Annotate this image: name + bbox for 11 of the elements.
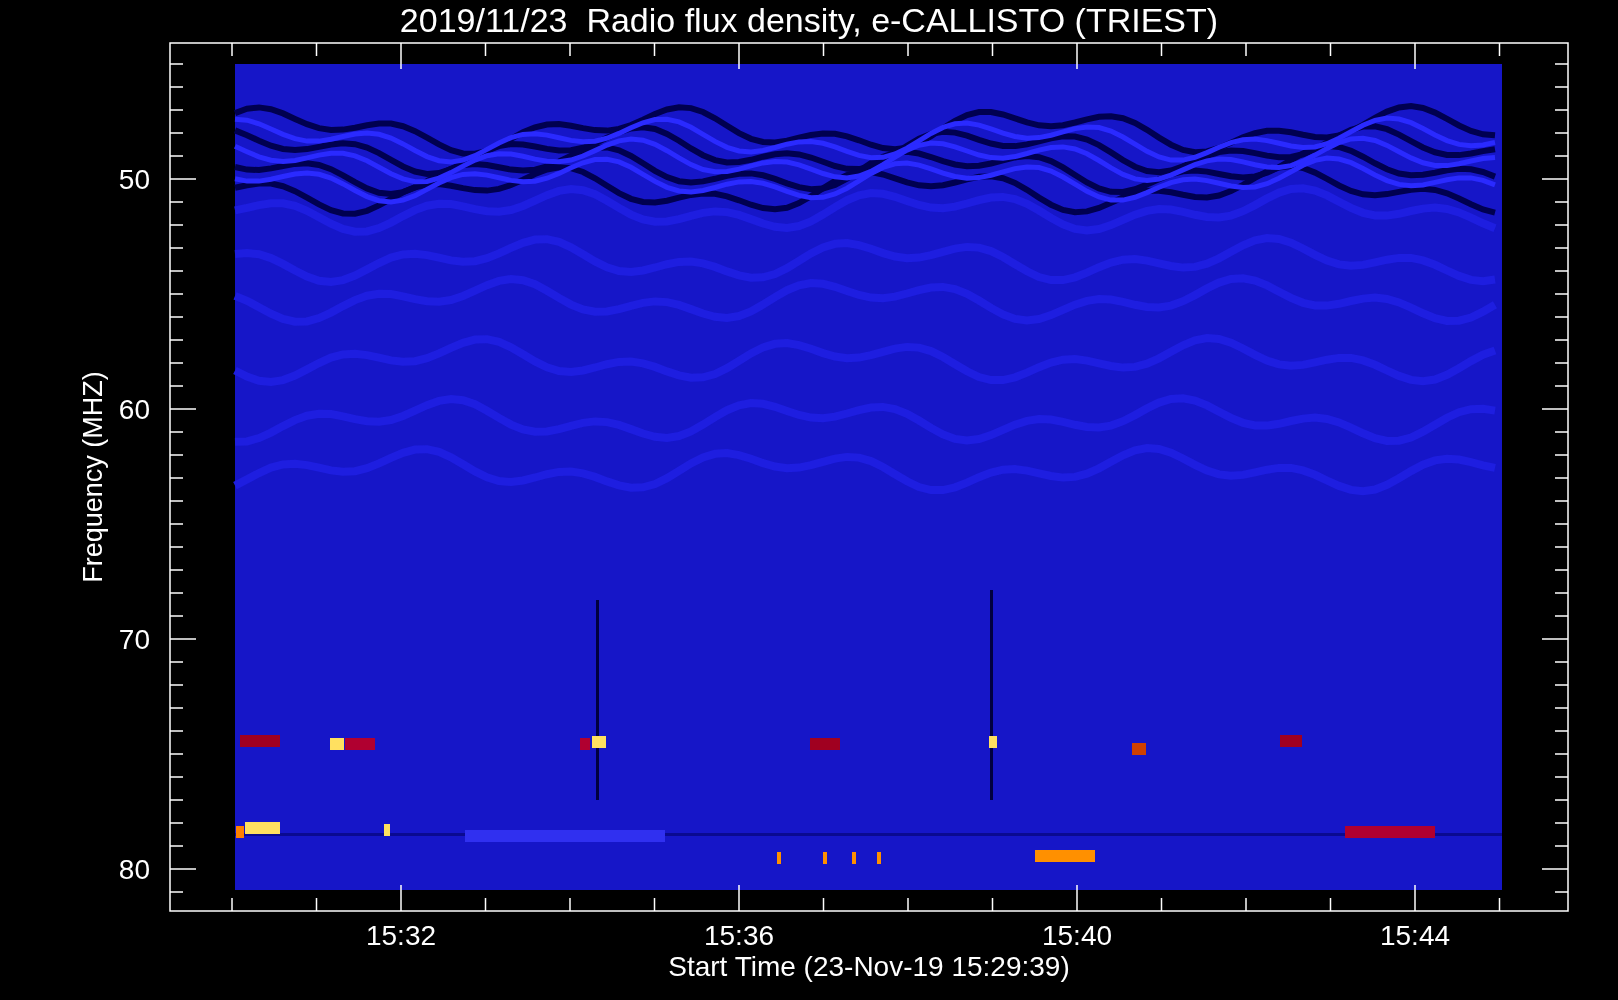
y-tick-label: 60 bbox=[118, 394, 150, 425]
x-axis-label: Start Time (23-Nov-19 15:29:39) bbox=[668, 951, 1070, 982]
y-tick-label: 70 bbox=[118, 624, 150, 655]
chart-title: 2019/11/23 Radio flux density, e-CALLISTO (TRIEST) bbox=[399, 1, 1219, 39]
x-tick-label: 15:40 bbox=[1041, 920, 1113, 951]
y-tick-label: 80 bbox=[118, 854, 150, 885]
x-tick-label: 15:36 bbox=[703, 920, 775, 951]
y-axis-label: Frequency (MHZ) bbox=[78, 371, 108, 583]
y-tick-label: 50 bbox=[118, 164, 150, 195]
x-tick-label: 15:44 bbox=[1379, 920, 1451, 951]
x-tick-label: 15:32 bbox=[365, 920, 437, 951]
